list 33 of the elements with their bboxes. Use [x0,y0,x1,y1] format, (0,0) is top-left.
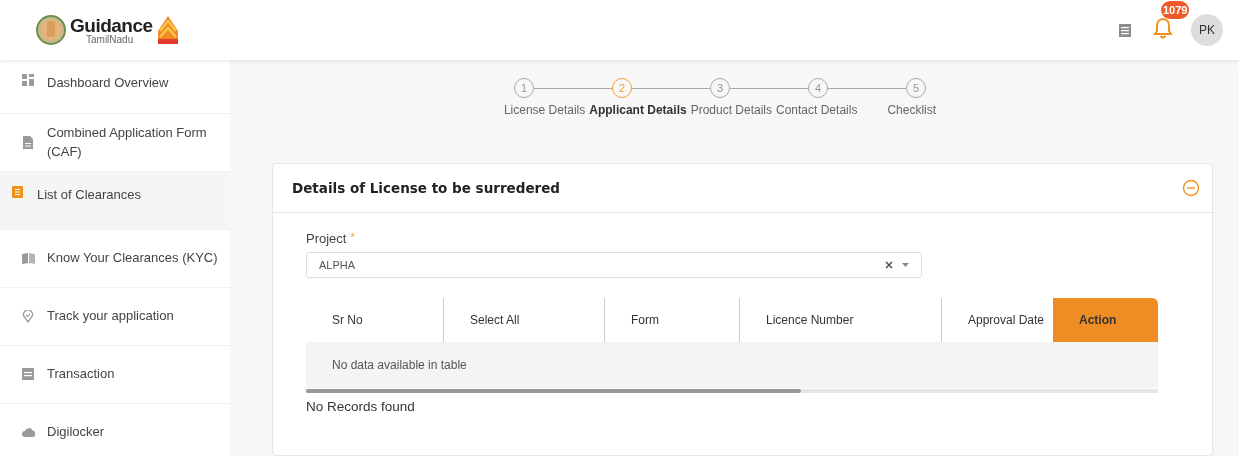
step-label[interactable]: Applicant Details [589,103,687,117]
column-header[interactable]: Sr No [306,298,443,342]
project-select[interactable]: ALPHA [306,252,922,278]
book-icon [22,252,35,265]
sidebar-item[interactable]: List of Clearances [0,172,230,230]
location-pin-icon [22,310,35,323]
clear-icon[interactable] [885,261,893,269]
logo-subtitle: TamilNadu [86,34,135,45]
list-icon [12,186,25,199]
required-mark: * [350,231,355,243]
step-label[interactable]: Contact Details [776,103,858,117]
cloud-icon [22,426,35,439]
card-title: Details of License to be surredered [292,180,561,196]
user-avatar[interactable]: PK [1191,14,1223,46]
logo-stripes-icon [156,15,179,45]
card-icon [22,368,35,381]
document-icon [22,136,35,149]
notification-bell-icon[interactable] [1153,17,1173,39]
column-header[interactable]: Action [1053,298,1158,342]
collapse-icon[interactable] [1182,179,1200,197]
table-cell: No data available in table [306,342,1158,388]
field-label: Project [306,231,347,246]
step-label[interactable]: Product Details [690,103,772,117]
notification-count: 1079 [1161,1,1190,19]
status-text: No Records found [306,399,416,414]
step-label[interactable]: License Details [503,103,586,117]
dropdown-caret-icon [902,263,909,267]
emblem-drawing [36,15,66,45]
step-label[interactable]: Checklist [887,103,937,117]
dashboard-icon [22,74,35,87]
list-icon[interactable] [1119,23,1131,37]
logo-title: Guidance [70,15,153,35]
scrollbar[interactable] [306,389,1158,393]
